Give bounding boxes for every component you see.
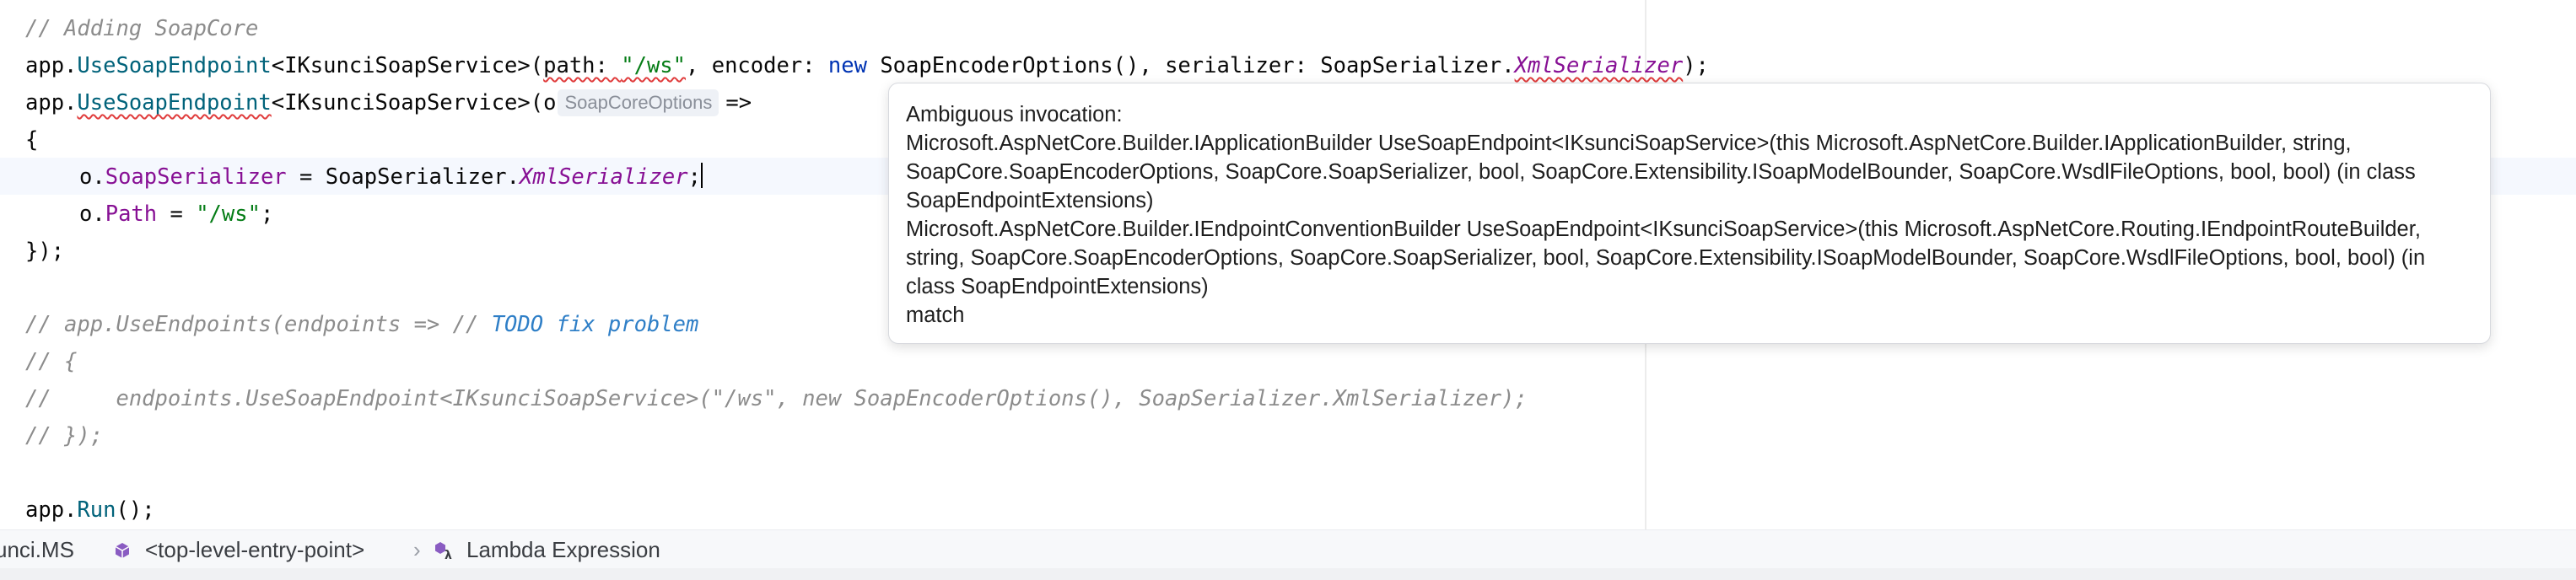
- code-line-12[interactable]: // });: [25, 417, 103, 454]
- tooltip-footer: match: [906, 303, 965, 327]
- breadcrumb: unci.MS <top-level-entry-point> › λ Lamb…: [0, 529, 2576, 569]
- string-literal: "/ws": [196, 201, 261, 227]
- lambda-icon: λ: [434, 530, 455, 569]
- code-text: ();: [116, 497, 155, 523]
- comment: // app.UseEndpoints(endpoints => //: [25, 312, 492, 337]
- method-name: UseSoapEndpoint: [77, 90, 272, 115]
- property-name: SoapSerializer: [105, 164, 287, 190]
- code-line-3[interactable]: app.UseSoapEndpoint<IKsunciSoapService>(…: [25, 84, 752, 121]
- breadcrumb-entry-point[interactable]: <top-level-entry-point>: [145, 530, 364, 569]
- cube-icon: [113, 530, 132, 569]
- code-text: o.: [79, 164, 105, 190]
- error-argument-list: path: "/ws": [543, 53, 686, 78]
- code-text: = SoapSerializer.: [286, 164, 520, 190]
- svg-text:λ: λ: [445, 549, 452, 561]
- tooltip-candidate-1: Microsoft.AspNetCore.Builder.IApplicatio…: [906, 132, 2416, 212]
- code-line-1[interactable]: // Adding SoapCore: [25, 10, 258, 47]
- code-line-14[interactable]: app.Run();: [25, 491, 155, 529]
- lambda-arrow: =>: [725, 90, 752, 115]
- code-text: o.: [79, 201, 105, 227]
- code-text: app.: [25, 497, 78, 523]
- code-text: );: [1683, 53, 1709, 78]
- serializer-member: XmlSerializer: [1514, 53, 1684, 78]
- method-name: Run: [77, 497, 116, 523]
- code-line-4[interactable]: {: [25, 121, 38, 158]
- code-text: ;: [260, 201, 274, 227]
- error-tooltip: Ambiguous invocation: Microsoft.AspNetCo…: [888, 83, 2491, 344]
- breadcrumb-lambda[interactable]: Lambda Expression: [466, 530, 660, 569]
- tooltip-title: Ambiguous invocation:: [906, 103, 1123, 126]
- code-text: <IKsunciSoapService>(o: [271, 90, 557, 115]
- breadcrumb-project[interactable]: unci.MS: [0, 530, 74, 569]
- comment: // });: [25, 423, 104, 448]
- code-line-7[interactable]: });: [25, 233, 64, 270]
- static-member: XmlSerializer: [520, 164, 688, 190]
- code-line-2[interactable]: app.UseSoapEndpoint<IKsunciSoapService>(…: [25, 47, 1709, 84]
- window-bottom-edge: [0, 568, 2576, 580]
- code-text: });: [25, 239, 65, 264]
- property-name: Path: [105, 201, 158, 227]
- code-line-6[interactable]: o.Path = "/ws";: [79, 196, 273, 233]
- type-inlay-hint: SoapCoreOptions: [558, 89, 719, 116]
- code-line-10[interactable]: // {: [25, 343, 77, 380]
- tooltip-candidate-2: Microsoft.AspNetCore.Builder.IEndpointCo…: [906, 218, 2426, 298]
- code-text: SoapEncoderOptions(), serializer: SoapSe…: [866, 53, 1515, 78]
- parameter-name: path:: [543, 53, 608, 78]
- todo-comment: TODO fix problem: [491, 312, 699, 337]
- comment: // {: [25, 349, 78, 374]
- code-text: ;: [687, 164, 701, 190]
- text-caret: [700, 163, 703, 188]
- code-line-9[interactable]: // app.UseEndpoints(endpoints => // TODO…: [25, 306, 698, 343]
- string-literal: "/ws": [621, 53, 687, 78]
- comment: // Adding SoapCore: [25, 16, 259, 41]
- comment: // endpoints.UseSoapEndpoint<IKsunciSoap…: [25, 386, 1528, 411]
- code-text: {: [25, 127, 39, 153]
- code-line-5[interactable]: o.SoapSerializer = SoapSerializer.XmlSer…: [79, 158, 703, 196]
- method-name: UseSoapEndpoint: [77, 53, 272, 78]
- code-text: <IKsunciSoapService>(: [271, 53, 544, 78]
- code-text: app.: [25, 90, 78, 115]
- breadcrumb-separator: ›: [413, 537, 421, 562]
- code-text: , encoder:: [686, 53, 828, 78]
- keyword-new: new: [827, 53, 867, 78]
- code-text: =: [157, 201, 197, 227]
- code-line-11[interactable]: // endpoints.UseSoapEndpoint<IKsunciSoap…: [25, 380, 1528, 417]
- code-text: app.: [25, 53, 78, 78]
